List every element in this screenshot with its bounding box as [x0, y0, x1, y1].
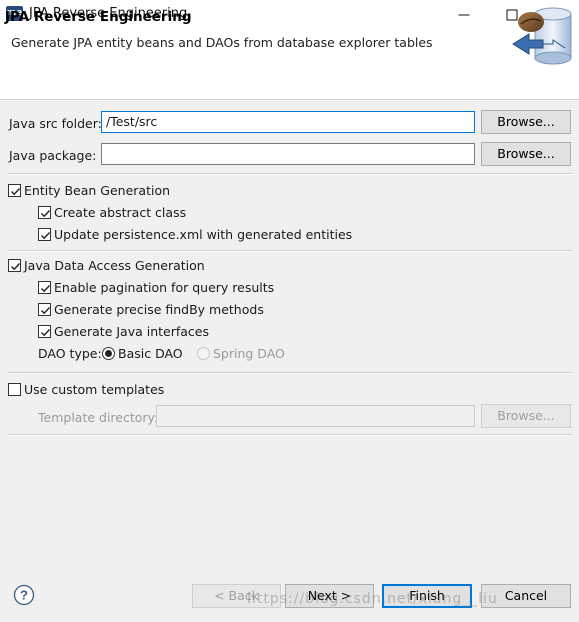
package-label: Java package: [9, 148, 97, 163]
checkmark-icon [11, 263, 21, 271]
entity-generation-label: Entity Bean Generation [24, 183, 171, 198]
update-persistence-label: Update persistence.xml with generated en… [54, 227, 353, 242]
template-directory-label: Template directory: [38, 410, 159, 425]
update-persistence-checkbox[interactable] [38, 228, 51, 241]
dao-type-label: DAO type: [38, 346, 102, 361]
template-browse-button[interactable]: Browse... [481, 404, 571, 428]
checkmark-icon [41, 329, 51, 337]
wizard-description: Generate JPA entity beans and DAOs from … [11, 35, 433, 50]
minimize-icon [458, 14, 470, 15]
src-folder-browse-button[interactable]: Browse... [481, 110, 571, 134]
interfaces-checkbox[interactable] [38, 325, 51, 338]
checkmark-icon [11, 188, 21, 196]
src-folder-field[interactable]: /Test/src [101, 111, 475, 133]
spring-dao-radio[interactable] [197, 347, 210, 360]
package-field[interactable] [101, 143, 475, 165]
database-bean-icon [512, 7, 572, 65]
separator [7, 372, 572, 374]
pagination-checkbox[interactable] [38, 281, 51, 294]
checkmark-icon [41, 232, 51, 240]
separator [7, 173, 572, 175]
wizard-title: JPA Reverse Engineering [5, 9, 192, 25]
dao-generation-label: Java Data Access Generation [24, 258, 205, 273]
checkmark-icon [41, 307, 51, 315]
checkmark-icon [41, 285, 51, 293]
abstract-class-checkbox[interactable] [38, 206, 51, 219]
src-folder-label: Java src folder: [9, 116, 102, 131]
dao-generation-checkbox[interactable] [8, 259, 21, 272]
separator [7, 434, 572, 436]
help-icon[interactable]: ? [13, 584, 35, 606]
pagination-label: Enable pagination for query results [54, 280, 275, 295]
custom-templates-checkbox[interactable] [8, 383, 21, 396]
separator [7, 250, 572, 252]
package-browse-button[interactable]: Browse... [481, 142, 571, 166]
basic-dao-radio[interactable] [102, 347, 115, 360]
checkmark-icon [41, 210, 51, 218]
findby-checkbox[interactable] [38, 303, 51, 316]
abstract-class-label: Create abstract class [54, 205, 187, 220]
minimize-button[interactable] [441, 0, 487, 29]
entity-generation-checkbox[interactable] [8, 184, 21, 197]
findby-label: Generate precise findBy methods [54, 302, 264, 317]
basic-dao-label: Basic DAO [118, 346, 183, 361]
watermark-text: https://blog.csdn.net/xiang__liu [247, 591, 498, 607]
svg-text:?: ? [20, 588, 28, 603]
interfaces-label: Generate Java interfaces [54, 324, 209, 339]
template-directory-field[interactable] [156, 405, 475, 427]
spring-dao-label: Spring DAO [213, 346, 285, 361]
cancel-button-label: Cancel [504, 588, 548, 603]
custom-templates-label: Use custom templates [24, 382, 165, 397]
